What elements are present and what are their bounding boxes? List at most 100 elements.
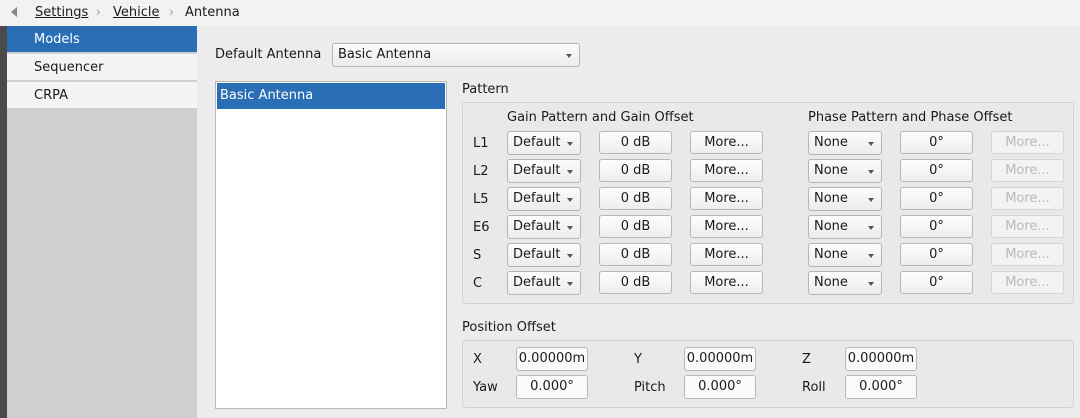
chevron-down-icon [567,170,573,174]
breadcrumb: Settings › Vehicle › Antenna [0,0,1080,26]
phase-offset-button[interactable]: 0° [900,159,973,182]
sidebar-item-sequencer[interactable]: Sequencer [7,54,197,81]
chevron-down-icon [868,142,874,146]
gain-pattern-select[interactable]: Default [507,215,581,239]
chevron-down-icon [868,226,874,230]
chevron-right-icon: › [96,5,101,19]
y-label: Y [634,352,642,367]
phase-pattern-value: None [814,247,848,262]
gain-pattern-select[interactable]: Default [507,187,581,211]
phase-more-button: More... [991,243,1064,266]
gain-more-button[interactable]: More... [690,215,763,238]
z-field[interactable]: 0.00000m [845,347,917,371]
position-offset-title: Position Offset [462,320,556,335]
gain-pattern-select[interactable]: Default [507,271,581,295]
yaw-field[interactable]: 0.000° [516,375,588,399]
gain-offset-button[interactable]: 0 dB [599,187,672,210]
phase-pattern-value: None [814,135,848,150]
chevron-down-icon [868,254,874,258]
chevron-down-icon [567,198,573,202]
band-label: L1 [473,136,489,151]
band-label: E6 [473,220,490,235]
phase-offset-button[interactable]: 0° [900,131,973,154]
back-arrow-icon[interactable] [11,7,17,17]
phase-pattern-select[interactable]: None [808,271,882,295]
roll-field[interactable]: 0.000° [845,375,917,399]
breadcrumb-settings[interactable]: Settings [35,5,88,20]
phase-pattern-value: None [814,219,848,234]
gain-pattern-value: Default [513,163,561,178]
gain-more-button[interactable]: More... [690,159,763,182]
list-item[interactable]: Basic Antenna [217,83,445,109]
gain-pattern-select[interactable]: Default [507,243,581,267]
band-label: L2 [473,164,489,179]
chevron-down-icon [868,198,874,202]
pitch-label: Pitch [634,380,666,395]
gain-pattern-select[interactable]: Default [507,159,581,183]
gain-offset-button[interactable]: 0 dB [599,131,672,154]
gain-pattern-value: Default [513,135,561,150]
pitch-field[interactable]: 0.000° [684,375,756,399]
phase-pattern-value: None [814,163,848,178]
gain-offset-button[interactable]: 0 dB [599,243,672,266]
phase-more-button: More... [991,187,1064,210]
sidebar-item-crpa[interactable]: CRPA [7,82,197,109]
gain-pattern-value: Default [513,275,561,290]
phase-more-button: More... [991,131,1064,154]
default-antenna-value: Basic Antenna [338,47,432,62]
gain-more-button[interactable]: More... [690,187,763,210]
phase-offset-button[interactable]: 0° [900,271,973,294]
antenna-list[interactable]: Basic Antenna [215,81,447,409]
chevron-down-icon [868,170,874,174]
phase-pattern-select[interactable]: None [808,159,882,183]
gain-pattern-value: Default [513,191,561,206]
chevron-down-icon [868,282,874,286]
band-label: L5 [473,192,489,207]
x-field[interactable]: 0.00000m [516,347,588,371]
band-label: C [473,276,483,291]
side-strip [0,26,7,418]
z-label: Z [802,352,811,367]
y-field[interactable]: 0.00000m [684,347,756,371]
gain-offset-button[interactable]: 0 dB [599,271,672,294]
phase-offset-button[interactable]: 0° [900,187,973,210]
gain-offset-button[interactable]: 0 dB [599,215,672,238]
chevron-down-icon [566,54,572,58]
phase-more-button: More... [991,215,1064,238]
chevron-right-icon: › [169,5,174,19]
phase-pattern-select[interactable]: None [808,131,882,155]
gain-offset-button[interactable]: 0 dB [599,159,672,182]
chevron-down-icon [567,254,573,258]
phase-header: Phase Pattern and Phase Offset [808,110,1013,125]
x-label: X [473,352,482,367]
phase-pattern-select[interactable]: None [808,187,882,211]
sidebar-item-models[interactable]: Models [7,26,197,53]
default-antenna-label: Default Antenna [215,47,322,62]
default-antenna-select[interactable]: Basic Antenna [332,43,580,67]
gain-more-button[interactable]: More... [690,243,763,266]
gain-pattern-select[interactable]: Default [507,131,581,155]
chevron-down-icon [567,226,573,230]
chevron-down-icon [567,142,573,146]
phase-more-button: More... [991,271,1064,294]
gain-pattern-value: Default [513,219,561,234]
gain-pattern-value: Default [513,247,561,262]
gain-more-button[interactable]: More... [690,131,763,154]
breadcrumb-vehicle[interactable]: Vehicle [113,5,160,20]
gain-more-button[interactable]: More... [690,271,763,294]
phase-offset-button[interactable]: 0° [900,215,973,238]
phase-pattern-value: None [814,275,848,290]
pattern-title: Pattern [462,82,509,97]
yaw-label: Yaw [473,380,498,395]
band-label: S [473,248,482,263]
roll-label: Roll [802,380,826,395]
chevron-down-icon [567,282,573,286]
sidebar: Models Sequencer CRPA [7,26,197,418]
phase-more-button: More... [991,159,1064,182]
phase-pattern-value: None [814,191,848,206]
phase-pattern-select[interactable]: None [808,243,882,267]
gain-header: Gain Pattern and Gain Offset [507,110,694,125]
phase-pattern-select[interactable]: None [808,215,882,239]
breadcrumb-antenna: Antenna [185,5,240,20]
phase-offset-button[interactable]: 0° [900,243,973,266]
